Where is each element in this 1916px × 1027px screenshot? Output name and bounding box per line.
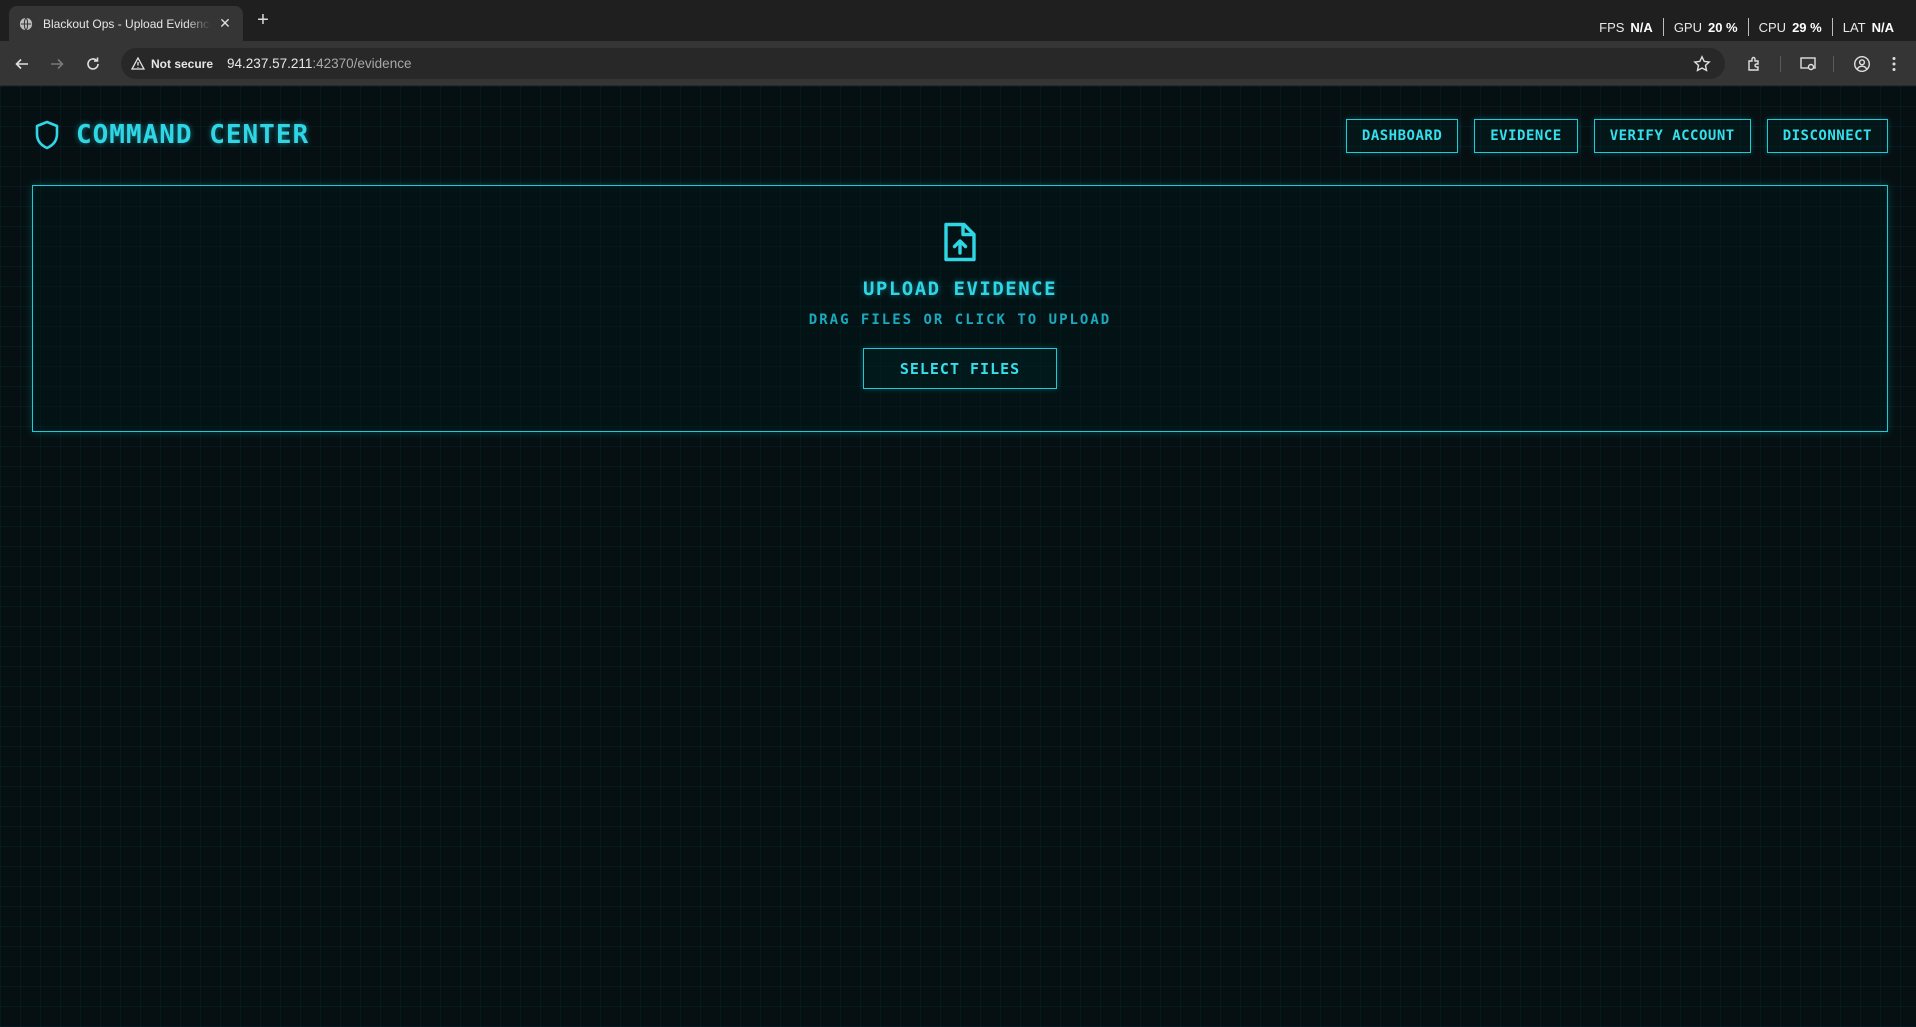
brand[interactable]: COMMAND CENTER — [34, 120, 309, 150]
url-text: 94.237.57.211:42370/evidence — [227, 56, 412, 71]
security-label: Not secure — [151, 56, 214, 71]
new-tab-button[interactable]: + — [252, 10, 274, 32]
reload-icon — [87, 57, 99, 70]
browser-toolbar: Not secure 94.237.57.211:42370/evidence — [0, 41, 1916, 86]
browser-tab[interactable]: Blackout Ops - Upload Evidence ✕ — [9, 6, 243, 41]
profile-button[interactable] — [1851, 53, 1873, 75]
performance-overlay: FPS N/A GPU 20 % CPU 29 % LAT N/A — [1589, 18, 1904, 36]
file-upload-icon — [944, 222, 976, 262]
upload-subtitle: DRAG FILES OR CLICK TO UPLOAD — [808, 312, 1112, 328]
perf-fps: FPS N/A — [1599, 19, 1653, 35]
toolbar-separator — [1833, 56, 1834, 72]
perf-cpu: CPU 29 % — [1747, 18, 1832, 36]
toolbar-separator — [1780, 56, 1781, 72]
forward-button[interactable] — [45, 52, 69, 76]
tab-title: Blackout Ops - Upload Evidence — [43, 16, 211, 31]
media-router-icon — [1800, 57, 1816, 71]
upload-dropzone[interactable]: UPLOAD EVIDENCE DRAG FILES OR CLICK TO U… — [32, 185, 1888, 432]
nav-verify-account[interactable]: VERIFY ACCOUNT — [1593, 119, 1751, 153]
bookmark-button[interactable] — [1693, 55, 1711, 78]
perf-lat: LAT N/A — [1831, 18, 1904, 36]
extensions-button[interactable] — [1744, 53, 1766, 75]
nav-disconnect[interactable]: DISCONNECT — [1766, 119, 1888, 153]
nav-evidence[interactable]: EVIDENCE — [1474, 119, 1578, 153]
shield-icon — [35, 120, 59, 150]
close-tab-icon[interactable]: ✕ — [217, 15, 233, 32]
perf-gpu: GPU 20 % — [1662, 18, 1748, 36]
upload-title: UPLOAD EVIDENCE — [862, 278, 1058, 300]
arrow-left-icon — [15, 58, 28, 70]
security-chip[interactable]: Not secure — [131, 57, 223, 71]
globe-icon — [19, 17, 33, 30]
puzzle-icon — [1748, 56, 1759, 71]
page-content: COMMAND CENTER DASHBOARD EVIDENCE VERIFY… — [0, 86, 1916, 1027]
tab-search-button[interactable] — [1797, 53, 1819, 75]
brand-title: COMMAND CENTER — [76, 120, 310, 150]
nav-dashboard[interactable]: DASHBOARD — [1345, 119, 1459, 153]
back-button[interactable] — [10, 52, 34, 76]
more-vertical-icon — [1892, 57, 1896, 71]
main-nav: DASHBOARD EVIDENCE VERIFY ACCOUNT DISCON… — [1345, 119, 1888, 153]
browser-tabstrip: Blackout Ops - Upload Evidence ✕ + FPS N/… — [0, 0, 1916, 41]
select-files-button[interactable]: SELECT FILES — [863, 348, 1057, 389]
star-icon — [1693, 55, 1711, 72]
menu-button[interactable] — [1883, 53, 1905, 75]
reload-button[interactable] — [81, 52, 105, 76]
warning-icon — [131, 57, 145, 70]
address-bar[interactable]: Not secure 94.237.57.211:42370/evidence — [121, 48, 1725, 79]
account-icon — [1853, 55, 1871, 73]
arrow-right-icon — [51, 58, 64, 70]
